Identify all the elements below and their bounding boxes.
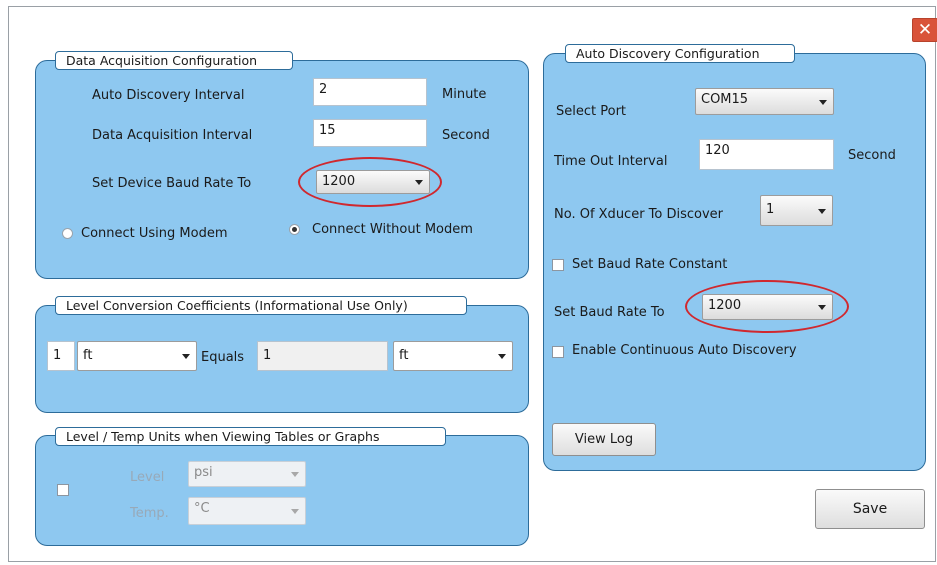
- temp-unit-select[interactable]: °C: [188, 497, 306, 525]
- close-button[interactable]: ✕: [912, 18, 937, 42]
- radio-connect-without-modem[interactable]: [289, 224, 300, 235]
- close-icon: ✕: [917, 20, 933, 40]
- highlight-circle: [298, 157, 442, 207]
- units-group-title: Level / Temp Units when Viewing Tables o…: [55, 427, 446, 446]
- temp-unit-value: °C: [194, 501, 210, 516]
- port-value: COM15: [701, 92, 749, 107]
- auto-discovery-interval-input[interactable]: 2: [313, 78, 427, 106]
- connect-without-modem-label: Connect Without Modem: [312, 222, 473, 237]
- data-acquisition-interval-unit: Second: [442, 128, 490, 143]
- timeout-interval-label: Time Out Interval: [554, 154, 668, 169]
- continuous-discovery-label: Enable Continuous Auto Discovery: [572, 343, 797, 358]
- auto-discovery-interval-label: Auto Discovery Interval: [92, 88, 245, 103]
- chevron-down-icon: [819, 99, 827, 105]
- chevron-down-icon: [818, 208, 826, 214]
- radio-connect-using-modem[interactable]: [62, 228, 73, 239]
- conversion-value-input[interactable]: 1: [257, 341, 388, 371]
- conversion-unit-left-select[interactable]: ft: [77, 341, 197, 371]
- equals-label: Equals: [201, 350, 245, 365]
- chevron-down-icon: [498, 354, 506, 359]
- port-select[interactable]: COM15: [695, 88, 834, 115]
- set-baud-rate-label: Set Baud Rate To: [554, 305, 665, 320]
- timeout-interval-input[interactable]: 120: [699, 139, 834, 170]
- view-log-button[interactable]: View Log: [552, 423, 656, 456]
- chevron-down-icon: [291, 472, 299, 477]
- set-device-baud-rate-label: Set Device Baud Rate To: [92, 176, 252, 191]
- level-unit-value: psi: [194, 465, 213, 480]
- auto-discovery-title: Auto Discovery Configuration: [565, 44, 795, 63]
- timeout-interval-unit: Second: [848, 148, 896, 163]
- select-port-label: Select Port: [556, 104, 627, 119]
- units-enable-checkbox[interactable]: [57, 484, 69, 496]
- xducer-count-value: 1: [766, 202, 775, 217]
- conversion-quantity-input[interactable]: 1: [47, 341, 75, 371]
- data-acquisition-interval-label: Data Acquisition Interval: [92, 128, 253, 143]
- baud-rate-constant-checkbox[interactable]: [552, 259, 564, 271]
- baud-rate-constant-label: Set Baud Rate Constant: [572, 257, 728, 272]
- continuous-discovery-checkbox[interactable]: [552, 346, 564, 358]
- level-label: Level: [130, 470, 165, 485]
- connect-using-modem-label: Connect Using Modem: [81, 226, 228, 241]
- save-button[interactable]: Save: [815, 489, 925, 529]
- xducer-count-select[interactable]: 1: [760, 195, 833, 226]
- temp-label: Temp.: [130, 506, 169, 521]
- data-acquisition-interval-input[interactable]: 15: [313, 119, 427, 147]
- highlight-circle: [685, 280, 849, 333]
- xducer-count-label: No. Of Xducer To Discover: [554, 207, 724, 222]
- level-unit-select[interactable]: psi: [188, 461, 306, 487]
- data-acquisition-title: Data Acquisition Configuration: [55, 51, 293, 70]
- conversion-unit-right-value: ft: [399, 348, 409, 363]
- conversion-unit-left-value: ft: [83, 348, 93, 363]
- chevron-down-icon: [182, 354, 190, 359]
- auto-discovery-interval-unit: Minute: [442, 87, 487, 102]
- level-conversion-title: Level Conversion Coefficients (Informati…: [55, 296, 467, 315]
- chevron-down-icon: [291, 509, 299, 514]
- units-group: [35, 435, 529, 546]
- conversion-unit-right-select[interactable]: ft: [393, 341, 513, 371]
